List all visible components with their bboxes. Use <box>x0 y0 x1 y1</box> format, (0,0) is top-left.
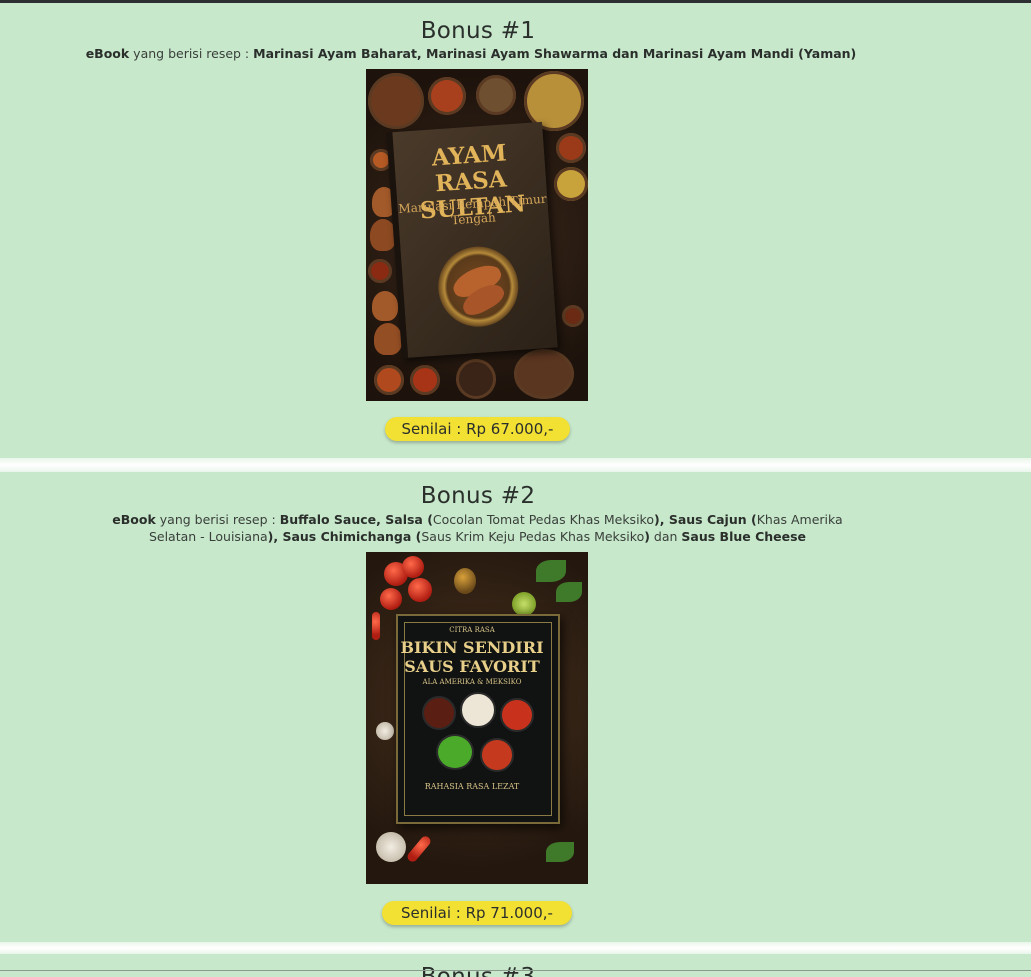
section-divider <box>0 942 1031 954</box>
sauce-bowl-icon <box>436 734 474 770</box>
cover-2-title-line2: SAUS FAVORIT <box>404 657 540 676</box>
bonus-1-value-badge: Senilai : Rp 67.000,- <box>385 417 570 441</box>
ebook-1-book: AYAM RASA SULTAN Marinasi Rempah Timur T… <box>386 121 558 359</box>
sauce-bowl-icon <box>422 696 456 730</box>
sauce-bowl-icon <box>460 692 496 728</box>
ebook-label: eBook <box>112 512 156 527</box>
cover-2-brand: CITRA RASA <box>449 626 495 634</box>
sauce-bowl-icon <box>500 698 534 732</box>
ebook-label: eBook <box>85 46 130 61</box>
section-divider <box>0 458 1031 472</box>
recipe-name: ), Saus Cajun ( <box>654 512 757 527</box>
sauce-bowl-icon <box>480 738 514 772</box>
bonus-1-ebook-cover: AYAM RASA SULTAN Marinasi Rempah Timur T… <box>366 69 588 401</box>
bonus-2-ebook-cover: CITRA RASA BIKIN SENDIRI SAUS FAVORIT AL… <box>366 552 588 884</box>
ebook-2-book: CITRA RASA BIKIN SENDIRI SAUS FAVORIT AL… <box>396 614 560 824</box>
recipe-name: Saus Blue Cheese <box>681 529 807 544</box>
recipe-name: Buffalo Sauce, Salsa ( <box>279 512 433 527</box>
bonus-2-title: Bonus #2 <box>420 483 536 509</box>
cover-2-subtitle: ALA AMERIKA & MEKSIKO <box>422 678 522 686</box>
recipe-note: Cocolan Tomat Pedas Khas Meksiko <box>432 512 654 527</box>
desc-text: dan <box>649 529 682 544</box>
recipe-list: Marinasi Ayam Baharat, Marinasi Ayam Sha… <box>253 46 857 61</box>
recipe-name: ), Saus Chimichanga ( <box>267 529 422 544</box>
desc-text: yang berisi resep : <box>155 512 280 527</box>
bonus-1-description: eBook yang berisi resep : Marinasi Ayam … <box>0 45 942 62</box>
bonus-2-value-badge: Senilai : Rp 71.000,- <box>382 901 572 925</box>
chicken-plate-icon <box>435 243 521 330</box>
cover-2-footer: RAHASIA RASA LEZAT <box>424 782 520 791</box>
bonus-3-section: Bonus #3 <box>0 954 1031 977</box>
viewport-bottom-rule <box>0 970 1031 971</box>
cover-2-title-line1: BIKIN SENDIRI <box>400 638 544 657</box>
recipe-note: Saus Krim Keju Pedas Khas Meksiko <box>421 529 645 544</box>
bonus-1-title: Bonus #1 <box>420 18 536 44</box>
bonus-2-description: eBook yang berisi resep : Buffalo Sauce,… <box>110 511 845 545</box>
desc-text: yang berisi resep : <box>129 46 254 61</box>
